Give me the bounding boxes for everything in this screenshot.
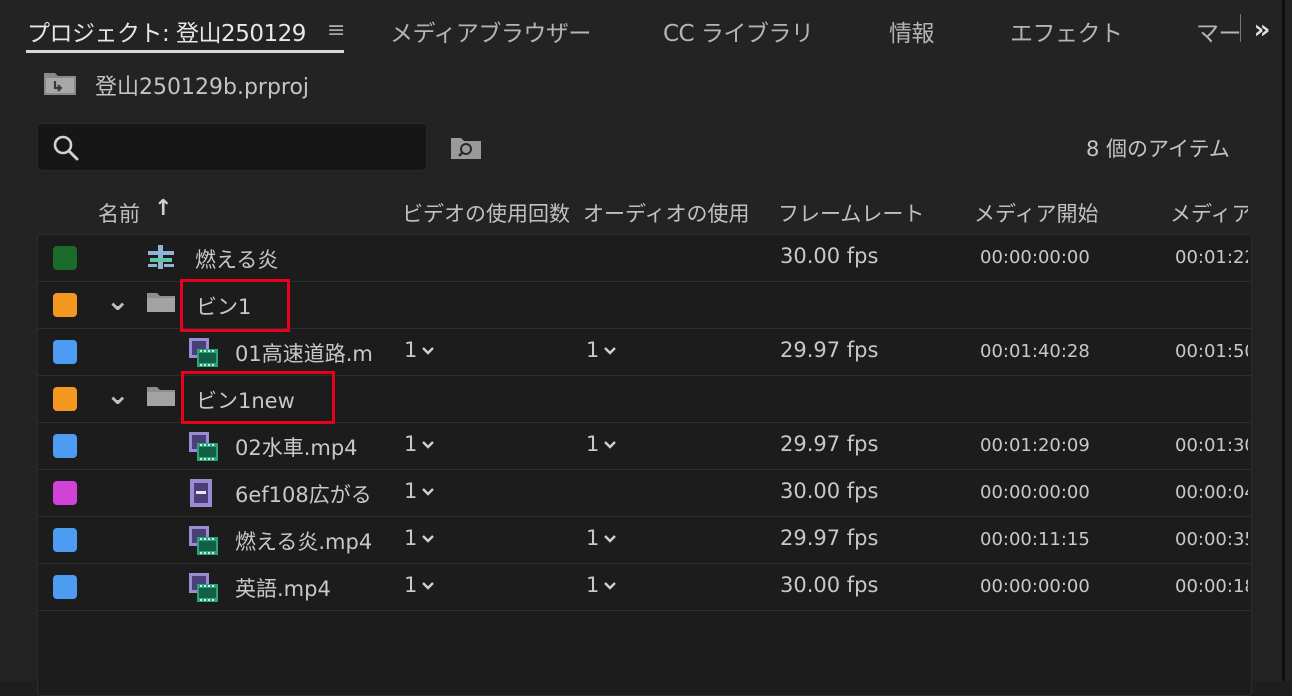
column-header-frame-rate[interactable]: フレームレート [778, 198, 924, 228]
tab-info[interactable]: 情報 [889, 14, 935, 48]
column-header-audio-usage[interactable]: オーディオの使用 [583, 198, 750, 228]
media-start: 00:00:11:15 [980, 529, 1090, 550]
media-end: 00:00:18 [1175, 576, 1248, 597]
list-item[interactable]: 01高速道路.m 1 1 29.97 fps 00:01:40:28 00:01:50 [38, 329, 1251, 376]
video-usage-count[interactable]: 1 [404, 338, 435, 362]
search-icon [53, 135, 79, 161]
search-box[interactable] [37, 123, 427, 171]
column-header-media-start[interactable]: メディア開始 [974, 198, 1099, 228]
column-header-media-end[interactable]: メディア [1170, 198, 1248, 228]
media-start: 00:00:00:00 [980, 576, 1090, 597]
tab-media-browser[interactable]: メディアブラウザー [390, 14, 591, 48]
frame-rate: 29.97 fps [780, 432, 879, 456]
column-header-name[interactable]: 名前 [98, 198, 140, 228]
video-usage-count[interactable]: 1 [404, 526, 435, 550]
still-clip-icon [188, 478, 214, 512]
folder-icon [146, 290, 176, 318]
expand-chevron-icon[interactable]: ⌄ [106, 378, 129, 411]
tab-overflow-icon[interactable]: » [1247, 8, 1277, 52]
highlight-box [181, 371, 335, 424]
media-end: 00:01:50 [1175, 341, 1248, 362]
expand-chevron-icon[interactable]: ⌄ [106, 284, 129, 317]
sequence-icon [146, 243, 176, 275]
project-file-name: 登山250129b.prproj [95, 75, 310, 100]
active-tab-indicator [26, 50, 344, 53]
label-color-swatch[interactable] [53, 246, 77, 270]
sort-ascending-icon[interactable]: ↑ [154, 196, 172, 221]
item-count: 8 個のアイテム [1086, 137, 1230, 161]
folder-icon [146, 384, 176, 412]
column-header-video-usage[interactable]: ビデオの使用回数 [402, 198, 570, 228]
video-usage-count[interactable]: 1 [404, 479, 435, 503]
video-clip-icon [188, 431, 220, 467]
list-item[interactable]: 燃える炎.mp4 1 1 29.97 fps 00:00:11:15 00:00:35 [38, 517, 1251, 564]
project-panel: プロジェクト: 登山250129 ≡ メディアブラウザー CC ライブラリ 情報… [0, 0, 1292, 696]
label-color-swatch[interactable] [53, 575, 77, 599]
find-bin-icon[interactable] [450, 134, 482, 160]
highlight-box [180, 279, 290, 332]
item-name[interactable]: 01高速道路.m [235, 338, 373, 368]
video-clip-icon [188, 337, 220, 373]
project-file-icon [44, 73, 76, 95]
video-clip-icon [188, 572, 220, 608]
audio-usage-count[interactable]: 1 [586, 432, 617, 456]
list-item[interactable]: 英語.mp4 1 1 30.00 fps 00:00:00:00 00:00:18 [38, 564, 1251, 611]
item-name[interactable]: 02水車.mp4 [235, 432, 358, 462]
item-name[interactable]: 燃える炎.mp4 [235, 526, 372, 556]
label-color-swatch[interactable] [53, 340, 77, 364]
panel-menu-icon[interactable]: ≡ [327, 18, 345, 43]
list-item[interactable]: 6ef108広がる 1 30.00 fps 00:00:00:00 00:00:04 [38, 470, 1251, 517]
media-start: 00:00:00:00 [980, 482, 1090, 503]
tab-effects[interactable]: エフェクト [1010, 14, 1123, 48]
tab-markers[interactable]: マー [1196, 14, 1242, 48]
media-end: 00:00:35 [1175, 529, 1248, 550]
frame-rate: 30.00 fps [780, 573, 879, 597]
frame-rate: 30.00 fps [780, 479, 879, 503]
media-start: 00:00:00:00 [980, 247, 1090, 268]
media-end: 00:01:22 [1175, 247, 1248, 268]
label-color-swatch[interactable] [53, 387, 77, 411]
media-end: 00:00:04 [1175, 482, 1248, 503]
list-item[interactable]: 02水車.mp4 1 1 29.97 fps 00:01:20:09 00:01:30 [38, 423, 1251, 470]
video-clip-icon [188, 525, 220, 561]
audio-usage-count[interactable]: 1 [586, 526, 617, 550]
label-color-swatch[interactable] [53, 481, 77, 505]
video-usage-count[interactable]: 1 [404, 573, 435, 597]
frame-rate: 29.97 fps [780, 526, 879, 550]
tab-project[interactable]: プロジェクト: 登山250129 [27, 14, 306, 48]
label-color-swatch[interactable] [53, 293, 77, 317]
label-color-swatch[interactable] [53, 434, 77, 458]
audio-usage-count[interactable]: 1 [586, 338, 617, 362]
frame-rate: 29.97 fps [780, 338, 879, 362]
tab-cc-libraries[interactable]: CC ライブラリ [663, 14, 814, 48]
audio-usage-count[interactable]: 1 [586, 573, 617, 597]
list-item[interactable]: 燃える炎 30.00 fps 00:00:00:00 00:01:22 [38, 235, 1251, 282]
media-end: 00:01:30 [1175, 435, 1248, 456]
tab-divider [1240, 14, 1241, 42]
panel-tab-bar: プロジェクト: 登山250129 ≡ メディアブラウザー CC ライブラリ 情報… [0, 0, 1292, 60]
search-input[interactable] [94, 132, 418, 164]
panel-border [1282, 0, 1285, 681]
media-start: 00:01:20:09 [980, 435, 1090, 456]
label-color-swatch[interactable] [53, 528, 77, 552]
frame-rate: 30.00 fps [780, 244, 879, 268]
item-name[interactable]: 燃える炎 [195, 244, 278, 274]
item-name[interactable]: 英語.mp4 [235, 573, 331, 603]
video-usage-count[interactable]: 1 [404, 432, 435, 456]
media-start: 00:01:40:28 [980, 341, 1090, 362]
item-name[interactable]: 6ef108広がる [235, 479, 372, 509]
